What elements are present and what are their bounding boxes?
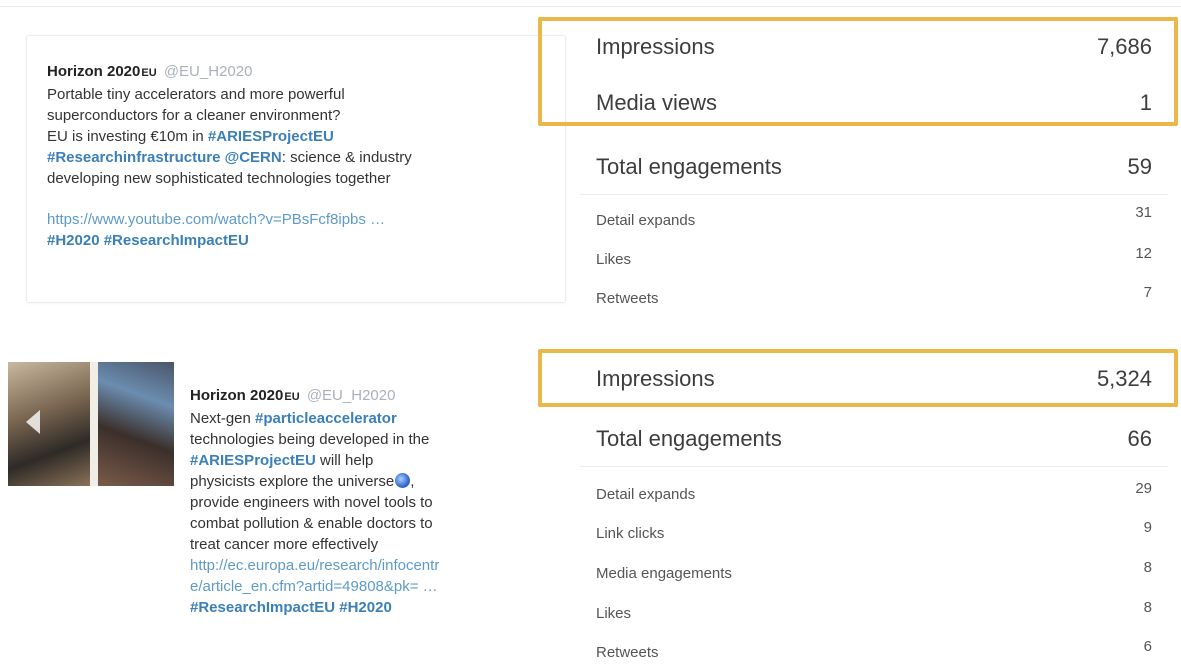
stat-label: Impressions (596, 366, 715, 391)
author-name[interactable]: Horizon 2020 (47, 63, 140, 80)
tweet-line: #Researchinfrastructure @CERN: science &… (47, 147, 557, 168)
author-badge: EU (141, 67, 157, 79)
hashtag-link[interactable]: #ResearchImpactEU (190, 599, 335, 616)
tweet-url-link[interactable]: e/article_en.cfm?artid=49808&pk= … (190, 576, 535, 597)
author-badge: EU (284, 391, 300, 403)
stat-label: Likes (596, 605, 632, 622)
previous-arrow-icon[interactable] (26, 410, 40, 434)
stat-label: Impressions (596, 34, 715, 59)
stat-label: Media views (596, 90, 718, 115)
stat-value: 6 (1143, 638, 1152, 655)
mention-link[interactable]: @CERN (225, 149, 282, 166)
stat-value: 7 (1143, 284, 1152, 301)
author-handle[interactable]: @EU_H2020 (164, 63, 253, 80)
tweet-text-span: , (410, 473, 415, 490)
stat-value: 8 (1143, 599, 1152, 616)
top-divider (0, 0, 1181, 7)
hashtag-link[interactable]: #H2020 (339, 599, 392, 616)
tweet-line: EU is investing €10m in #ARIESProjectEU (47, 126, 557, 147)
hashtag-link[interactable]: #H2020 (47, 232, 100, 249)
stat-label: Detail expands (596, 486, 696, 503)
tweet-line: provide engineers with novel tools to (190, 494, 433, 511)
tweet-header: Horizon 2020EU @EU_H2020 (190, 385, 535, 408)
stat-label: Total engagements (596, 154, 782, 179)
hashtag-link[interactable]: #ResearchImpactEU (104, 232, 249, 249)
stat-value: 12 (1135, 245, 1152, 262)
stat-label: Likes (596, 251, 632, 268)
tweet-line: #ARIESProjectEU will help (190, 450, 535, 471)
tweet-text-span: : science & industry (281, 149, 412, 166)
tweet-text-span: EU is investing €10m in (47, 128, 208, 145)
tweet-line: developing new sophisticated technologie… (47, 170, 391, 187)
stat-value: 1 (1139, 90, 1152, 115)
stat-value: 31 (1135, 204, 1152, 221)
author-handle[interactable]: @EU_H2020 (307, 387, 396, 404)
stat-value: 8 (1143, 559, 1152, 576)
tweet-line: #ResearchImpactEU #H2020 (190, 597, 535, 618)
stat-value: 66 (1127, 426, 1152, 451)
stat-value: 29 (1135, 480, 1152, 497)
tweet-line: superconductors for a cleaner environmen… (47, 107, 341, 124)
tweet-line: #H2020 #ResearchImpactEU (47, 230, 557, 251)
stat-label: Total engagements (596, 426, 782, 451)
hashtag-link[interactable]: #Researchinfrastructure (47, 149, 220, 166)
stat-label: Retweets (596, 290, 659, 307)
tweet-text-span: Next-gen (190, 410, 256, 427)
hashtag-link[interactable]: #ARIESProjectEU (208, 128, 334, 145)
stat-label: Link clicks (596, 525, 665, 542)
tweet-card[interactable]: Horizon 2020EU @EU_H2020 Portable tiny a… (26, 35, 566, 303)
stat-value: 9 (1143, 519, 1152, 536)
tweet-url-link[interactable]: https://www.youtube.com/watch?v=PBsFcf8i… (47, 209, 557, 230)
tweet-text: Portable tiny accelerators and more powe… (47, 84, 557, 251)
tweet-line: physicists explore the universe, (190, 471, 535, 492)
hashtag-link[interactable]: #particleaccelerator (255, 410, 397, 427)
tweet-line: Portable tiny accelerators and more powe… (47, 86, 345, 103)
stat-label: Detail expands (596, 212, 696, 229)
tweet-media-thumbnail[interactable] (8, 362, 174, 486)
tweet-text-span: will help (315, 452, 374, 469)
tweet-url-link[interactable]: http://ec.europa.eu/research/infocentr (190, 555, 535, 576)
tweet-line: combat pollution & enable doctors to (190, 515, 433, 532)
globe-icon (395, 473, 411, 488)
stat-value: 7,686 (1096, 34, 1152, 59)
author-name[interactable]: Horizon 2020 (190, 387, 283, 404)
tweet-body: Horizon 2020EU @EU_H2020 Next-gen #parti… (190, 385, 535, 618)
tweet-line: Next-gen #particleaccelerator (190, 408, 535, 429)
tweet-text-span: physicists explore the universe (190, 473, 395, 490)
hashtag-link[interactable]: #ARIESProjectEU (190, 452, 316, 469)
stat-value: 59 (1127, 154, 1152, 179)
stat-label: Retweets (596, 644, 659, 661)
stat-value: 5,324 (1096, 366, 1152, 391)
tweet-header: Horizon 2020EU @EU_H2020 (47, 61, 557, 84)
tweet-body: Horizon 2020EU @EU_H2020 Portable tiny a… (47, 61, 557, 251)
tweet-line: technologies being developed in the (190, 431, 430, 448)
stat-label: Media engagements (596, 565, 732, 582)
tweet-line: treat cancer more effectively (190, 536, 379, 553)
